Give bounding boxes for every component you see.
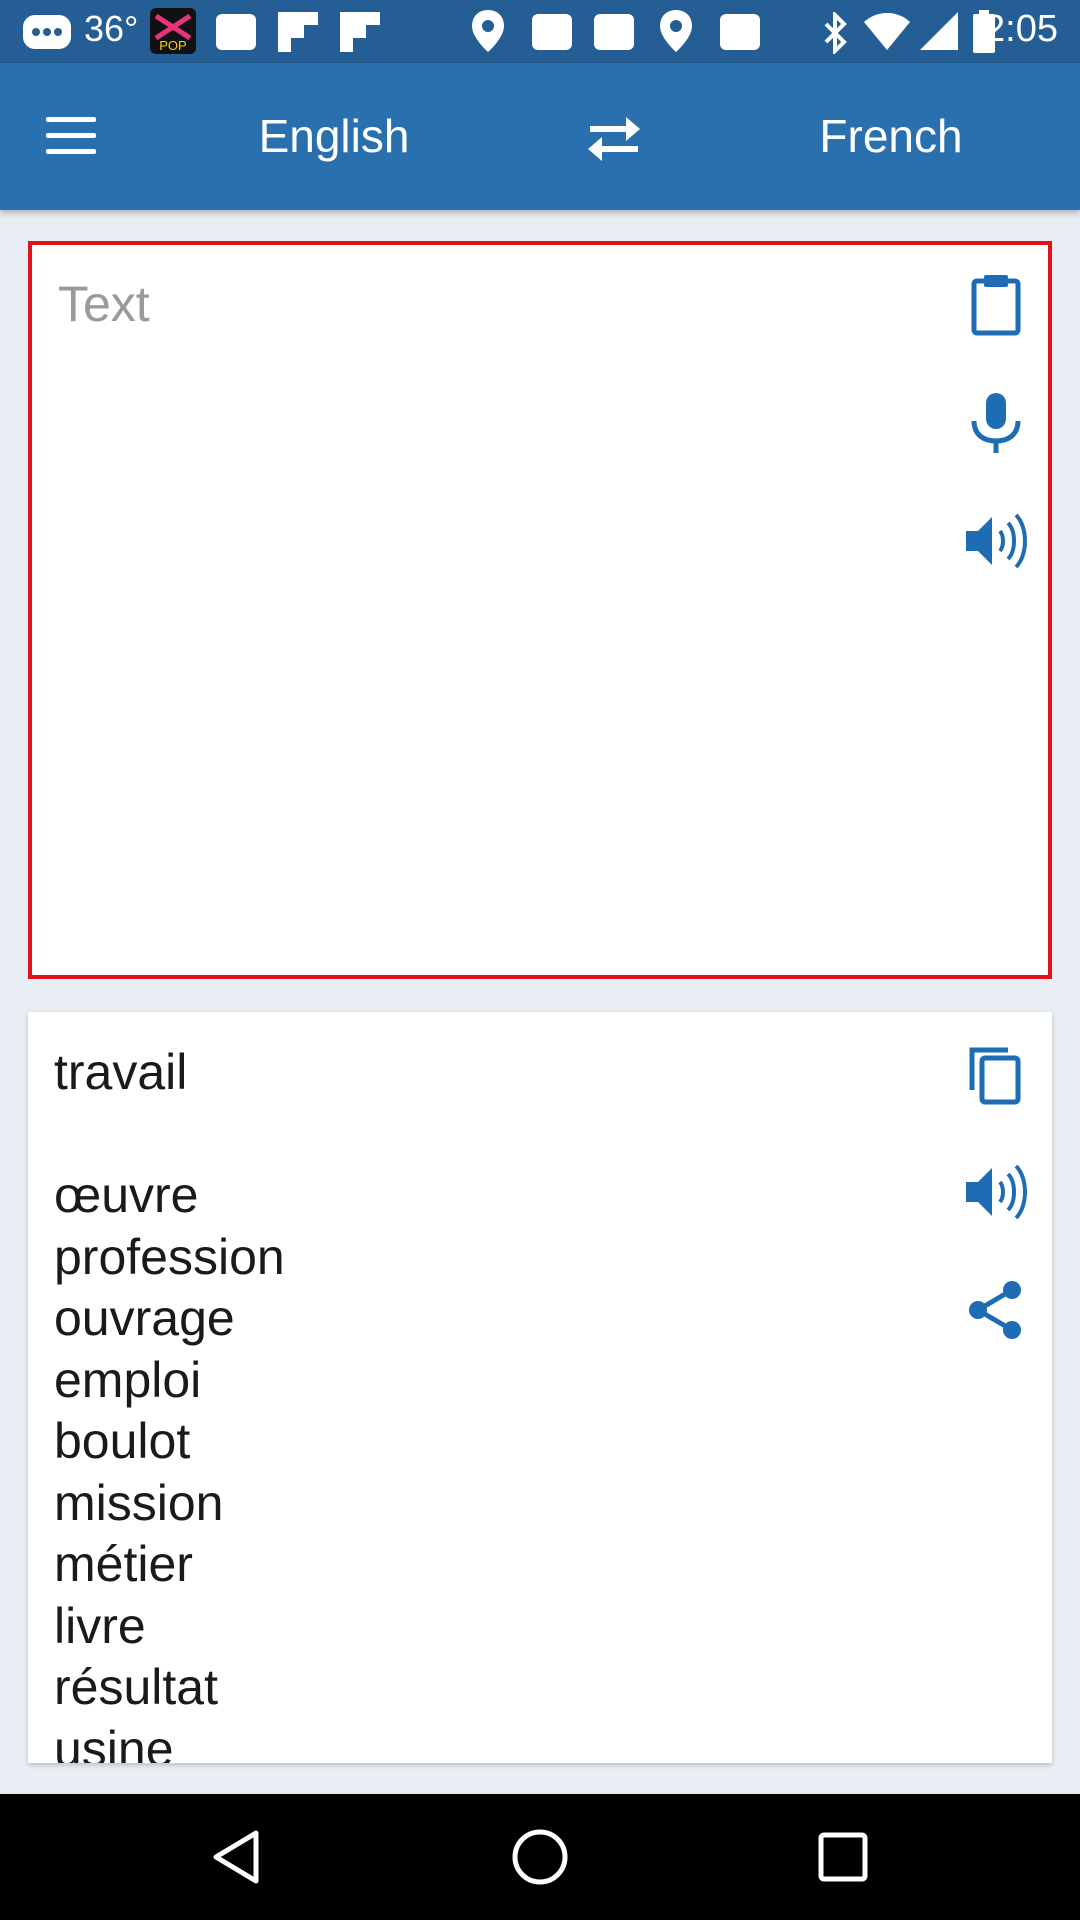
translation-output: travail œuvre profession ouvrage emploi …: [28, 1012, 1052, 1763]
recent-apps-icon[interactable]: [813, 1827, 873, 1887]
copy-icon[interactable]: [964, 1042, 1028, 1106]
back-icon[interactable]: [208, 1827, 268, 1887]
svg-text:POP: POP: [159, 38, 186, 53]
alternative-translation: livre: [54, 1597, 146, 1654]
alternative-translation: emploi: [54, 1351, 202, 1408]
wifi-icon: [862, 10, 912, 57]
share-icon[interactable]: [964, 1278, 1028, 1342]
location-icon: [470, 8, 506, 59]
menu-icon[interactable]: [46, 117, 98, 157]
translation-text: travail œuvre profession ouvrage emploi …: [54, 1042, 285, 1763]
speaker-icon[interactable]: [964, 1160, 1028, 1224]
clock-text: 2:05: [984, 8, 1058, 50]
bluetooth-icon: [822, 10, 850, 59]
signal-icon: [918, 10, 960, 57]
primary-translation: travail: [54, 1044, 188, 1100]
alternative-translation: œuvre: [54, 1167, 199, 1223]
alternative-translation: boulot: [54, 1413, 191, 1469]
message-icon: [22, 14, 72, 55]
notification-icon: [594, 14, 634, 50]
status-bar: 36° POP 2:05: [0, 0, 1080, 63]
source-language-selector[interactable]: English: [184, 109, 484, 163]
temperature-text: 36°: [84, 8, 139, 49]
notification-icon: [216, 14, 256, 50]
app-notification-icon: POP: [150, 8, 196, 59]
alternative-translation: ouvrage: [54, 1290, 235, 1346]
flipboard-icon: [340, 12, 380, 57]
swap-languages-icon[interactable]: [578, 111, 650, 167]
alternative-translation: mission: [54, 1474, 224, 1531]
notification-icon: [532, 14, 572, 50]
alternative-translation: profession: [54, 1228, 285, 1285]
input-placeholder: Text: [58, 276, 150, 332]
clipboard-icon[interactable]: [964, 273, 1028, 337]
alternative-translation: résultat: [54, 1659, 218, 1715]
input-text-area[interactable]: Text: [28, 241, 1052, 979]
alternative-translation: usine: [54, 1720, 174, 1764]
navigation-bar: [0, 1794, 1080, 1920]
flipboard-icon: [278, 12, 318, 57]
target-language-selector[interactable]: French: [741, 109, 1041, 163]
notification-icon: [720, 14, 760, 50]
alternative-translation: métier: [54, 1536, 193, 1592]
microphone-icon[interactable]: [964, 391, 1028, 455]
app-bar: English French: [0, 63, 1080, 210]
speaker-icon[interactable]: [964, 509, 1028, 573]
location-icon: [658, 8, 694, 59]
home-icon[interactable]: [510, 1827, 570, 1887]
